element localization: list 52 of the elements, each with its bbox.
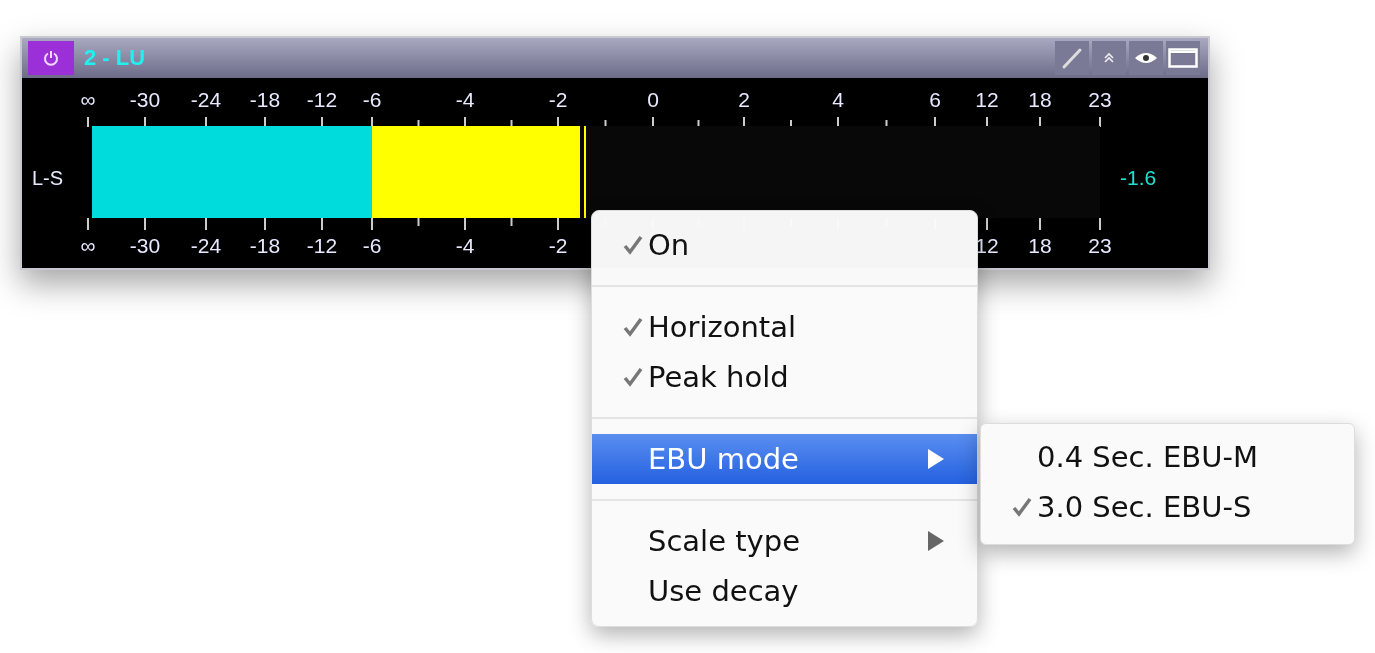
window-button[interactable] [1166, 41, 1200, 75]
eye-button[interactable] [1129, 41, 1163, 75]
power-icon [42, 49, 60, 67]
scale-label: -24 [190, 88, 222, 112]
scale-label: -24 [190, 234, 222, 258]
menu-item[interactable]: Peak hold [592, 352, 977, 402]
checkmark-icon [622, 316, 644, 338]
menu-item[interactable]: On [592, 220, 977, 270]
scale-label: -2 [548, 88, 568, 112]
submenu-arrow-icon [927, 448, 945, 470]
menu-item[interactable]: Horizontal [592, 302, 977, 352]
window-title: 2 - LU [84, 45, 146, 71]
scale-label: -18 [249, 234, 281, 258]
scale-label: 2 [738, 88, 750, 112]
scale-label: 18 [1028, 234, 1052, 258]
scale-label: -30 [129, 234, 161, 258]
scale-label: 18 [1028, 88, 1052, 112]
scale-label: -12 [306, 88, 338, 112]
scale-label: ∞ [80, 234, 96, 258]
scale-label: 0 [647, 88, 659, 112]
menu-item[interactable]: 3.0 Sec. EBU-S [981, 482, 1354, 532]
scale-label: -4 [455, 234, 475, 258]
scale-label: -6 [362, 234, 382, 258]
scale-label: 23 [1088, 88, 1112, 112]
menu-item[interactable]: Scale type [592, 516, 977, 566]
scale-label: 12 [975, 234, 999, 258]
scale-label: 4 [832, 88, 844, 112]
level-reading: -1.6 [1120, 166, 1157, 190]
menu-item[interactable]: 0.4 Sec. EBU-M [981, 432, 1354, 482]
window-icon [1168, 48, 1198, 68]
menu-item[interactable]: Use decay [592, 566, 977, 616]
power-button[interactable] [28, 41, 74, 75]
scale-label: -4 [455, 88, 475, 112]
pencil-icon [1060, 46, 1084, 70]
checkmark-icon [622, 234, 644, 256]
channel-label: L-S [32, 166, 64, 190]
scale-label: -18 [249, 88, 281, 112]
pencil-button[interactable] [1055, 41, 1089, 75]
scale-label: 12 [975, 88, 999, 112]
scale-label: -2 [548, 234, 568, 258]
scale-label: -30 [129, 88, 161, 112]
checkmark-icon [1011, 496, 1033, 518]
scale-label: ∞ [80, 88, 96, 112]
menu-item[interactable]: EBU mode [592, 434, 977, 484]
scale-label: -6 [362, 88, 382, 112]
eye-icon [1134, 51, 1158, 65]
double-chevron-icon [1102, 51, 1116, 65]
checkmark-icon [622, 366, 644, 388]
submenu-arrow-icon [927, 530, 945, 552]
scale-label: -12 [306, 234, 338, 258]
scale-label: 6 [929, 88, 941, 112]
scale-label: 23 [1088, 234, 1112, 258]
